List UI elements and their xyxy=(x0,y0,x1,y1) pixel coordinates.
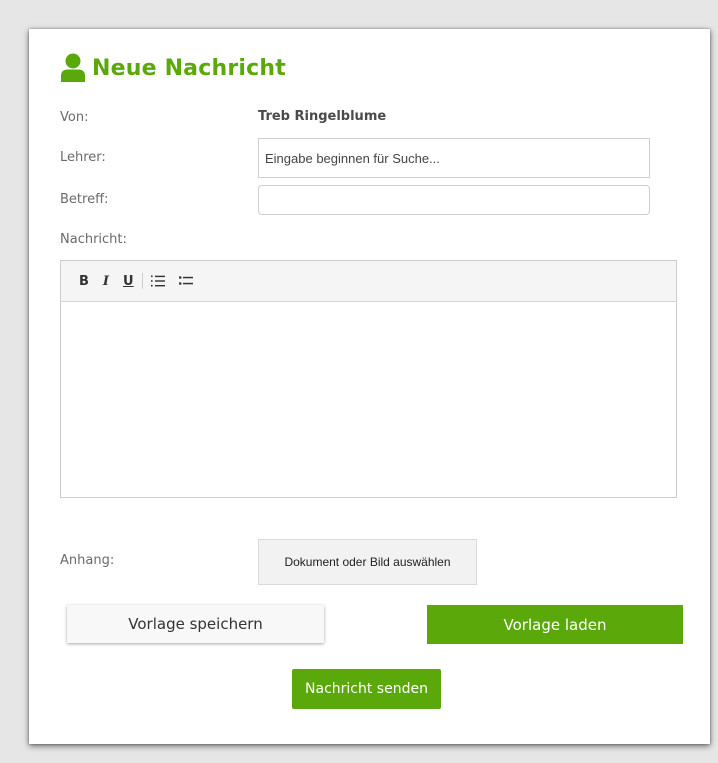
user-icon xyxy=(60,53,86,83)
message-label: Nachricht: xyxy=(60,232,127,247)
subject-label: Betreff: xyxy=(60,192,109,207)
load-template-button[interactable]: Vorlage laden xyxy=(427,605,683,644)
bold-button[interactable]: B xyxy=(79,274,89,289)
from-label: Von: xyxy=(60,110,89,125)
page-header: Neue Nachricht xyxy=(60,51,286,85)
underline-button[interactable]: U xyxy=(123,274,134,289)
teacher-search-input[interactable] xyxy=(258,138,650,178)
ordered-list-button[interactable] xyxy=(150,275,165,287)
from-value: Treb Ringelblume xyxy=(258,109,387,124)
message-body[interactable] xyxy=(61,302,676,497)
attachment-select-button[interactable]: Dokument oder Bild auswählen xyxy=(258,539,477,585)
ordered-list-icon xyxy=(150,275,165,287)
send-message-button[interactable]: Nachricht senden xyxy=(292,669,441,709)
italic-button[interactable]: I xyxy=(103,274,109,289)
toolbar-divider xyxy=(141,273,143,289)
editor-toolbar: B I U xyxy=(61,261,676,302)
unordered-list-icon xyxy=(178,276,193,285)
unordered-list-button[interactable] xyxy=(178,275,193,287)
message-editor: B I U xyxy=(60,260,677,498)
subject-input[interactable] xyxy=(258,185,650,215)
new-message-panel: Neue Nachricht Von: Treb Ringelblume Leh… xyxy=(29,29,710,744)
page-title: Neue Nachricht xyxy=(92,55,286,81)
teacher-label: Lehrer: xyxy=(60,150,106,165)
save-template-button[interactable]: Vorlage speichern xyxy=(67,605,324,643)
attachment-label: Anhang: xyxy=(60,553,115,568)
